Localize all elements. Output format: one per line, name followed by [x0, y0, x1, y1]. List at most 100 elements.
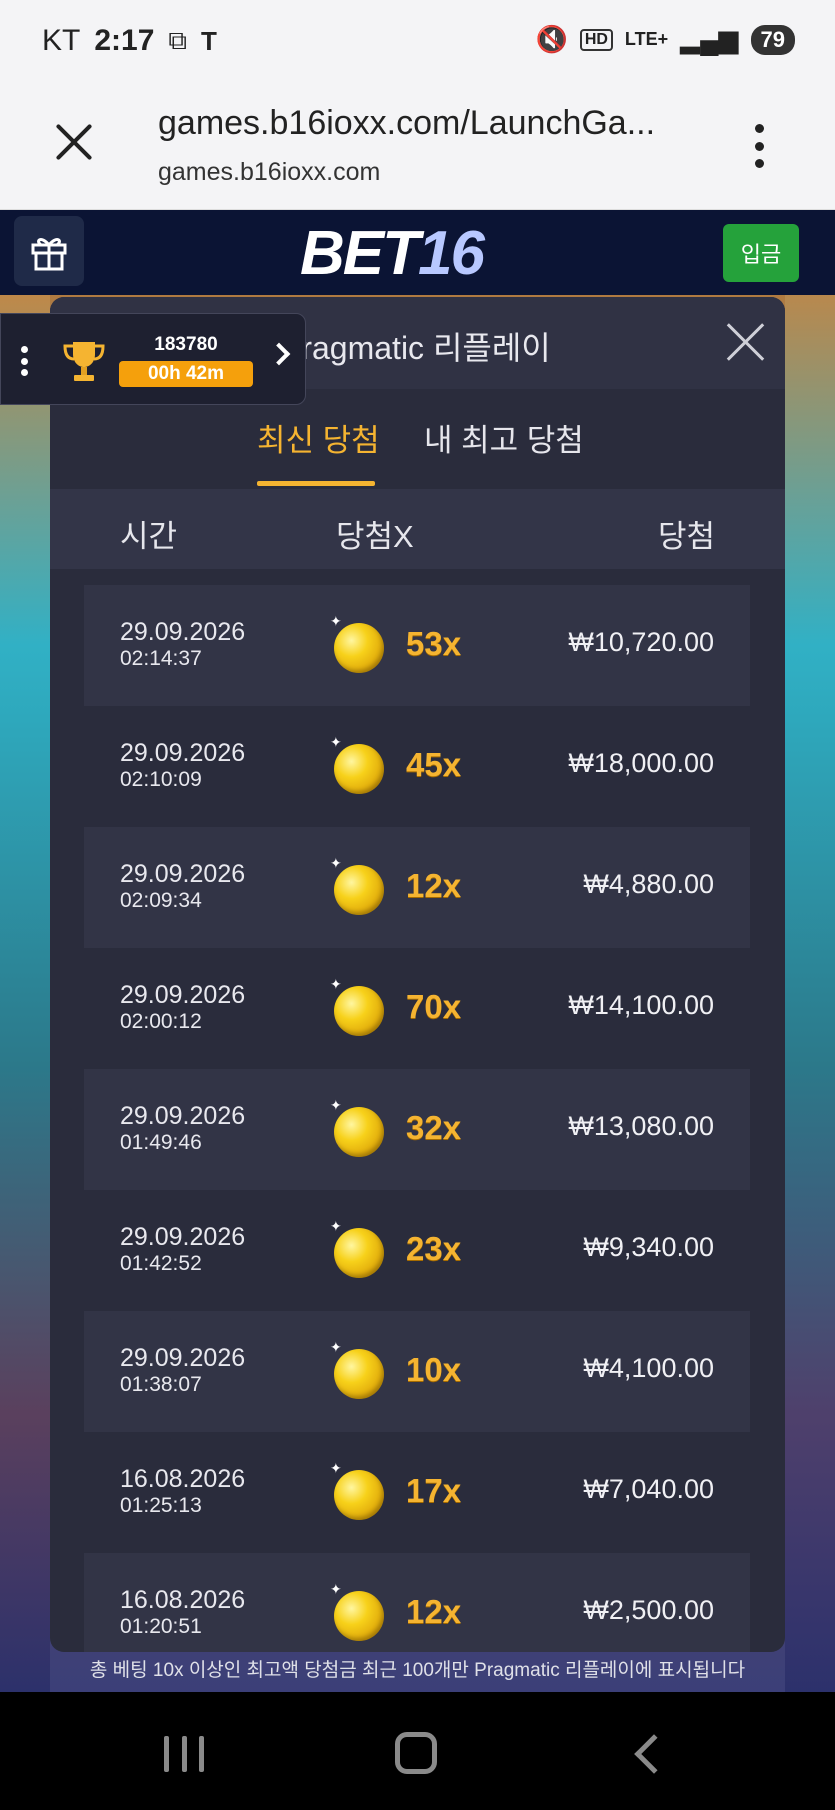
carrier-label: KT: [42, 24, 81, 57]
page-url-title[interactable]: games.b16ioxx.com/LaunchGa...: [158, 104, 655, 143]
coin-icon: [334, 1228, 384, 1278]
mute-icon: 🔇: [535, 24, 568, 54]
row-multiplier: 53x: [406, 625, 462, 662]
tab-latest-wins[interactable]: 최신 당첨: [257, 415, 380, 460]
footer-note: 총 베팅 10x 이상인 최고액 당첨금 최근 100개만 Pragmatic …: [89, 1660, 746, 1681]
table-row[interactable]: 29.09.2026 01:38:07 ✦ 10x ₩4,100.00: [84, 1311, 750, 1432]
gift-icon: [31, 238, 67, 271]
close-icon[interactable]: [725, 321, 767, 363]
logo-text: BET: [300, 219, 420, 288]
browser-menu-icon[interactable]: [753, 124, 765, 168]
table-row[interactable]: 16.08.2026 01:25:13 ✦ 17x ₩7,040.00: [84, 1432, 750, 1553]
row-win-amount: ₩13,080.00: [568, 1111, 714, 1141]
table-row[interactable]: 29.09.2026 02:14:37 ✦ 53x ₩10,720.00: [84, 585, 750, 706]
row-time: 02:14:37: [120, 647, 202, 670]
table-row[interactable]: 29.09.2026 01:49:46 ✦ 32x ₩13,080.00: [84, 1069, 750, 1190]
row-multiplier: 70x: [406, 988, 462, 1025]
hd-icon: HD: [579, 28, 613, 51]
row-date: 29.09.2026: [120, 860, 246, 888]
row-win-amount: ₩10,720.00: [568, 627, 714, 657]
clock-time: 2:17: [94, 24, 155, 57]
table-header: 시간 당첨X 당첨: [50, 489, 785, 569]
tournament-timer: 00h 42m: [119, 361, 253, 387]
browser-bar: games.b16ioxx.com/LaunchGa... games.b16i…: [0, 80, 835, 210]
gift-button[interactable]: [14, 216, 84, 286]
app-header: BET16 입금: [0, 210, 835, 295]
coin-icon: [334, 1349, 384, 1399]
status-bar: KT 2:17 ⧉ T 🔇 HD LTE+ ▂▄▆ 79: [0, 0, 835, 80]
table-row[interactable]: 29.09.2026 02:10:09 ✦ 45x ₩18,000.00: [84, 706, 750, 827]
win-list: 29.09.2026 02:14:37 ✦ 53x ₩10,720.00 29.09.20…: [84, 585, 750, 1652]
sparkle-icon: ✦: [330, 855, 342, 871]
sparkle-icon: ✦: [330, 1581, 342, 1597]
logo-number: 16: [418, 219, 485, 288]
row-time: 01:25:13: [120, 1494, 202, 1517]
coin-icon: [334, 623, 384, 673]
chevron-right-icon[interactable]: [267, 342, 291, 366]
row-date: 29.09.2026: [120, 1223, 246, 1251]
row-time: 01:49:46: [120, 1131, 202, 1154]
t-app-icon: T: [200, 25, 217, 56]
page-domain: games.b16ioxx.com: [158, 158, 381, 186]
row-date: 29.09.2026: [120, 981, 246, 1009]
modal-title: Pragmatic 리플레이: [280, 330, 551, 366]
active-tab-indicator: [257, 481, 375, 486]
tab-my-best-wins[interactable]: 내 최고 당첨: [424, 415, 584, 460]
row-time: 01:42:52: [120, 1252, 202, 1275]
row-time: 02:00:12: [120, 1010, 202, 1033]
table-row[interactable]: 29.09.2026 01:42:52 ✦ 23x ₩9,340.00: [84, 1190, 750, 1311]
close-browser-icon[interactable]: [52, 120, 96, 164]
row-win-amount: ₩2,500.00: [583, 1595, 714, 1625]
coin-icon: [334, 1591, 384, 1641]
system-nav-bar: [0, 1692, 835, 1810]
widget-menu-icon[interactable]: [21, 346, 29, 376]
row-win-amount: ₩4,880.00: [583, 869, 714, 899]
row-date: 29.09.2026: [120, 1102, 246, 1130]
coin-icon: [334, 1107, 384, 1157]
row-multiplier: 12x: [406, 1593, 462, 1630]
status-right: 🔇 HD LTE+ ▂▄▆ 79: [535, 24, 795, 55]
network-type: LTE+: [624, 29, 669, 49]
sparkle-icon: ✦: [330, 1097, 342, 1113]
row-multiplier: 23x: [406, 1230, 462, 1267]
brand-logo[interactable]: BET16: [300, 218, 485, 289]
sparkle-icon: ✦: [330, 734, 342, 750]
screenshot-icon: ⧉: [168, 25, 187, 55]
row-date: 16.08.2026: [120, 1586, 246, 1614]
row-time: 02:09:34: [120, 889, 202, 912]
row-time: 01:38:07: [120, 1373, 202, 1396]
sparkle-icon: ✦: [330, 613, 342, 629]
row-multiplier: 17x: [406, 1472, 462, 1509]
coin-icon: [334, 1470, 384, 1520]
tournament-score: 183780: [154, 334, 218, 355]
game-scenery-right: [785, 295, 835, 1695]
row-win-amount: ₩18,000.00: [568, 748, 714, 778]
sparkle-icon: ✦: [330, 1218, 342, 1234]
recent-apps-icon[interactable]: [164, 1736, 204, 1772]
row-date: 29.09.2026: [120, 739, 246, 767]
row-date: 29.09.2026: [120, 618, 246, 646]
table-row[interactable]: 16.08.2026 01:20:51 ✦ 12x ₩2,500.00: [84, 1553, 750, 1652]
tournament-widget[interactable]: 183780 00h 42m: [0, 313, 306, 405]
home-icon[interactable]: [395, 1732, 437, 1774]
coin-icon: [334, 865, 384, 915]
table-row[interactable]: 29.09.2026 02:00:12 ✦ 70x ₩14,100.00: [84, 948, 750, 1069]
battery-indicator: 79: [750, 24, 795, 55]
table-row[interactable]: 29.09.2026 02:09:34 ✦ 12x ₩4,880.00: [84, 827, 750, 948]
row-win-amount: ₩4,100.00: [583, 1353, 714, 1383]
game-scenery-left: [0, 295, 50, 1695]
row-win-amount: ₩14,100.00: [568, 990, 714, 1020]
coin-icon: [334, 744, 384, 794]
row-time: 02:10:09: [120, 768, 202, 791]
deposit-button[interactable]: 입금: [723, 224, 799, 282]
row-multiplier: 10x: [406, 1351, 462, 1388]
row-time: 01:20:51: [120, 1615, 202, 1638]
replay-modal: Pragmatic 리플레이 최신 당첨 내 최고 당첨 시간 당첨X 당첨 2…: [50, 297, 785, 1652]
back-icon[interactable]: [634, 1734, 674, 1774]
row-multiplier: 32x: [406, 1109, 462, 1146]
column-header-time: 시간: [120, 519, 178, 554]
sparkle-icon: ✦: [330, 1339, 342, 1355]
sparkle-icon: ✦: [330, 976, 342, 992]
signal-icon: ▂▄▆: [680, 24, 739, 54]
row-win-amount: ₩9,340.00: [583, 1232, 714, 1262]
